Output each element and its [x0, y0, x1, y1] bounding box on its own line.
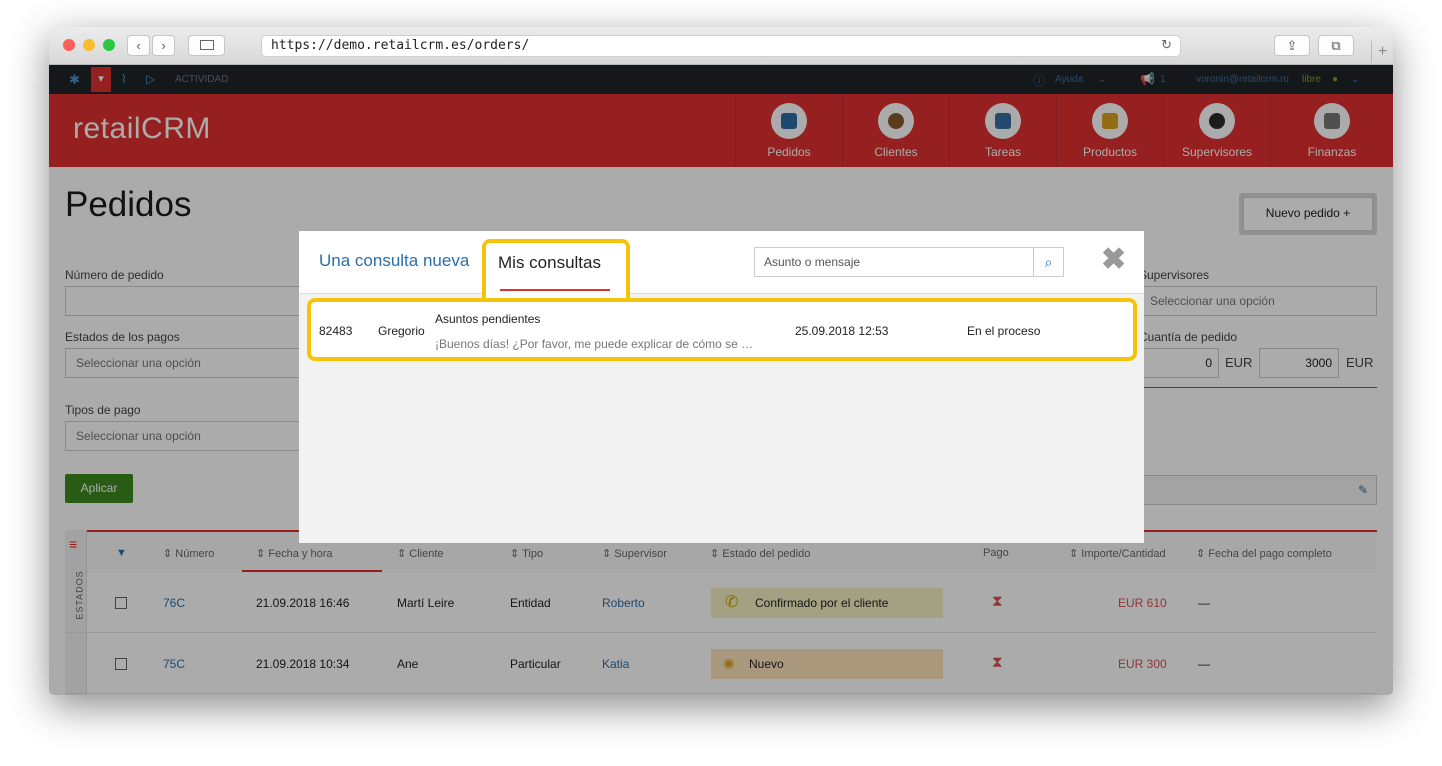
browser-toolbar: ‹ › https://demo.retailcrm.es/orders/ ↻ ⇪…	[49, 27, 1393, 65]
tab-my-consultations[interactable]: Mis consultas	[482, 239, 630, 301]
minimize-window-button[interactable]	[83, 39, 95, 51]
zoom-window-button[interactable]	[103, 39, 115, 51]
search-placeholder: Asunto o mensaje	[764, 255, 861, 269]
consultation-message: ¡Buenos días! ¿Por favor, me puede expli…	[435, 337, 754, 351]
tabs-button[interactable]: ⧉	[1318, 35, 1354, 56]
close-window-button[interactable]	[63, 39, 75, 51]
forward-icon: ›	[161, 38, 166, 53]
close-icon[interactable]: ✖	[1101, 245, 1126, 275]
consultation-author: Gregorio	[378, 324, 425, 338]
tab-new-consultation[interactable]: Una consulta nueva	[319, 251, 469, 271]
share-icon: ⇪	[1286, 38, 1298, 53]
new-tab-button[interactable]: +	[1371, 41, 1393, 63]
tab-my-consultations-label: Mis consultas	[498, 253, 601, 272]
page-content: ✱ ▾ ⌇ ▷ ACTIVIDAD ⓘ Ayuda ⌄ 📢 1 voronin@…	[49, 65, 1393, 695]
url-text: https://demo.retailcrm.es/orders/	[271, 38, 530, 53]
sidebar-toggle-button[interactable]	[188, 35, 225, 56]
active-tab-underline	[500, 289, 610, 291]
consultation-subject: Asuntos pendientes	[435, 312, 541, 326]
address-bar[interactable]: https://demo.retailcrm.es/orders/ ↻	[261, 35, 1181, 57]
modal-header: Una consulta nueva Asunto o mensaje ⌕ ✖	[299, 231, 1144, 294]
consultation-search-input[interactable]: Asunto o mensaje ⌕	[754, 247, 1064, 277]
consultation-date: 25.09.2018 12:53	[795, 324, 889, 338]
back-icon: ‹	[136, 38, 141, 53]
browser-window: ‹ › https://demo.retailcrm.es/orders/ ↻ ⇪…	[49, 27, 1393, 695]
plus-icon: +	[1377, 43, 1388, 60]
back-button[interactable]: ‹	[127, 35, 150, 56]
search-icon[interactable]: ⌕	[1033, 248, 1063, 276]
consultation-id: 82483	[319, 324, 353, 338]
sidebar-icon	[199, 40, 214, 50]
consultation-row[interactable]: 82483 Gregorio Asuntos pendientes ¡Bueno…	[307, 298, 1137, 361]
reload-icon[interactable]: ↻	[1161, 36, 1172, 56]
forward-button[interactable]: ›	[152, 35, 175, 56]
consultation-status: En el proceso	[967, 324, 1041, 338]
tabs-icon: ⧉	[1331, 38, 1341, 53]
consultations-modal: Una consulta nueva Asunto o mensaje ⌕ ✖ M…	[299, 231, 1144, 543]
share-button[interactable]: ⇪	[1274, 35, 1310, 56]
